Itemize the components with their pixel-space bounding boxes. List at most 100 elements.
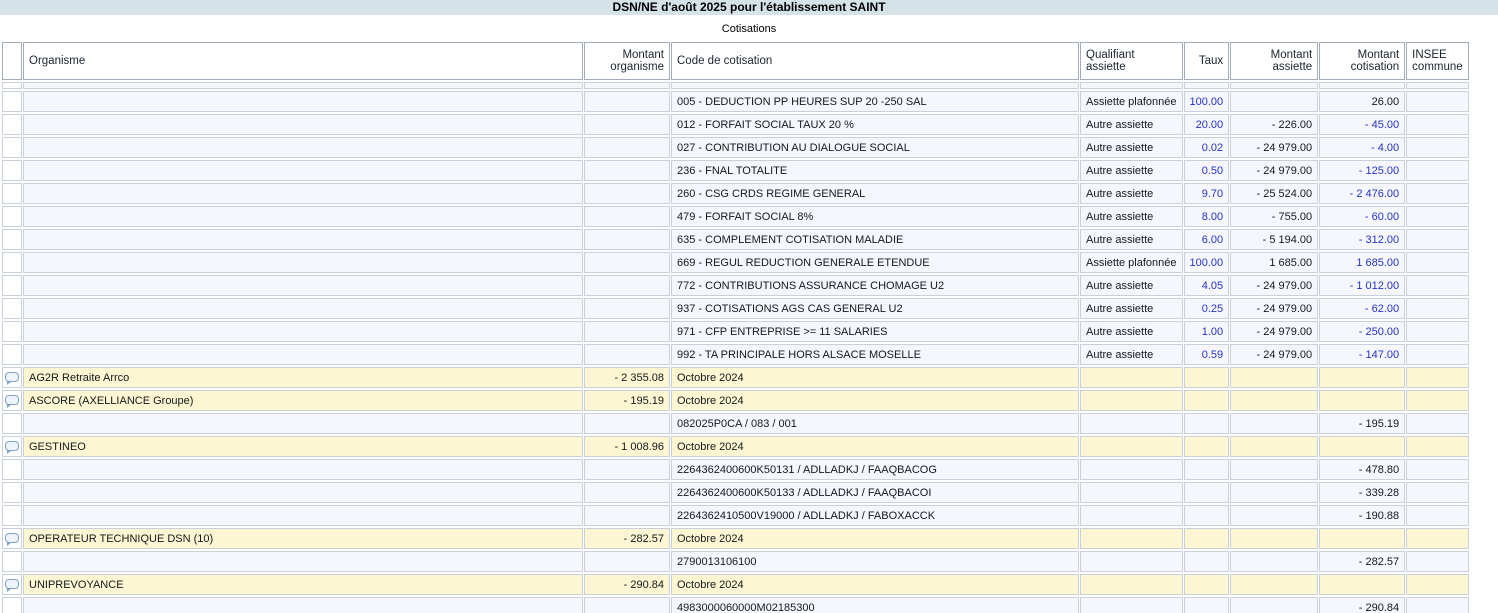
cell-icon[interactable] [2,344,22,365]
cell-montant-cotisation[interactable]: 1 685.00 [1319,252,1406,273]
cell-montant-assiette[interactable]: - 5 194.00 [1230,229,1319,250]
cell-montant-cotisation[interactable] [1319,436,1406,457]
cell-insee[interactable] [1406,367,1469,388]
comment-bubble-icon[interactable] [5,441,19,454]
cell-montant-assiette[interactable]: - 24 979.00 [1230,344,1319,365]
cell-taux[interactable] [1183,574,1230,595]
cell-taux[interactable]: 0.59 [1183,344,1230,365]
cell-montant-cotisation[interactable]: - 250.00 [1319,321,1406,342]
cell-montant-organisme[interactable] [584,275,670,296]
cell-montant-organisme[interactable] [584,82,670,89]
cell-organisme[interactable]: AG2R Retraite Arrco [23,367,583,388]
cell-insee[interactable] [1406,206,1469,227]
cell-insee[interactable] [1406,82,1469,89]
cell-montant-cotisation[interactable]: - 195.19 [1319,413,1406,434]
cell-montant-cotisation[interactable] [1319,367,1406,388]
cell-montant-assiette[interactable]: 1 685.00 [1230,252,1319,273]
cell-montant-cotisation[interactable]: - 147.00 [1319,344,1406,365]
cell-icon[interactable] [2,367,22,388]
column-header-organisme[interactable]: Organisme [23,42,583,80]
cell-icon[interactable] [2,482,22,503]
cell-montant-assiette[interactable]: - 755.00 [1230,206,1319,227]
cell-organisme[interactable] [23,91,583,112]
cell-icon[interactable] [2,551,22,572]
cell-qualifiant[interactable]: Autre assiette [1080,298,1183,319]
table-row[interactable]: 772 - CONTRIBUTIONS ASSURANCE CHOMAGE U2… [2,275,1469,296]
cell-montant-organisme[interactable] [584,183,670,204]
cell-taux[interactable]: 1.00 [1183,321,1230,342]
cell-organisme[interactable] [23,252,583,273]
cell-montant-organisme[interactable] [584,229,670,250]
cell-qualifiant[interactable]: Autre assiette [1080,160,1183,181]
cell-code[interactable]: 669 - REGUL REDUCTION GENERALE ETENDUE [671,252,1079,273]
cell-montant-organisme[interactable] [584,597,670,613]
cell-organisme[interactable]: ASCORE (AXELLIANCE Groupe) [23,390,583,411]
cell-taux[interactable] [1183,597,1230,613]
cell-icon[interactable] [2,275,22,296]
cell-icon[interactable] [2,229,22,250]
cell-qualifiant[interactable] [1080,459,1183,480]
cell-code[interactable]: Octobre 2024 [671,390,1079,411]
cell-qualifiant[interactable] [1080,482,1183,503]
cell-montant-organisme[interactable] [584,482,670,503]
cell-icon[interactable] [2,252,22,273]
cell-taux[interactable] [1183,413,1230,434]
cell-montant-cotisation[interactable]: - 339.28 [1319,482,1406,503]
cell-insee[interactable] [1406,505,1469,526]
cell-taux[interactable]: 0.50 [1183,160,1230,181]
table-row[interactable]: 479 - FORFAIT SOCIAL 8% Autre assiette 8.0… [2,206,1469,227]
cell-montant-cotisation[interactable]: - 290.84 [1319,597,1406,613]
cell-qualifiant[interactable] [1080,413,1183,434]
cell-qualifiant[interactable]: Autre assiette [1080,344,1183,365]
cell-icon[interactable] [2,91,22,112]
cell-insee[interactable] [1406,252,1469,273]
cell-taux[interactable] [1183,82,1230,89]
cell-code[interactable]: 2790013106100 [671,551,1079,572]
cell-montant-assiette[interactable]: - 25 524.00 [1230,183,1319,204]
cell-qualifiant[interactable]: Autre assiette [1080,114,1183,135]
cell-organisme[interactable] [23,413,583,434]
cell-organisme[interactable]: UNIPREVOYANCE [23,574,583,595]
cell-qualifiant[interactable]: Assiette plafonnée [1080,91,1183,112]
cell-code[interactable] [671,82,1079,89]
cell-organisme[interactable] [23,505,583,526]
cell-montant-assiette[interactable] [1230,367,1319,388]
cell-montant-assiette[interactable] [1230,482,1319,503]
cell-code[interactable]: Octobre 2024 [671,528,1079,549]
cell-code[interactable]: 012 - FORFAIT SOCIAL TAUX 20 % [671,114,1079,135]
table-row[interactable]: 260 - CSG CRDS REGIME GENERAL Autre assie… [2,183,1469,204]
cell-qualifiant[interactable]: Autre assiette [1080,321,1183,342]
column-header-qualifiant[interactable]: Qualifiant assiette [1080,42,1183,80]
cell-montant-organisme[interactable] [584,206,670,227]
cell-qualifiant[interactable] [1080,436,1183,457]
cell-montant-cotisation[interactable]: - 478.80 [1319,459,1406,480]
table-row[interactable]: 971 - CFP ENTREPRISE >= 11 SALARIES Autre… [2,321,1469,342]
cell-montant-assiette[interactable] [1230,597,1319,613]
cell-montant-organisme[interactable] [584,298,670,319]
cell-code[interactable]: 2264362400600K50131 / ADLLADKJ / FAAQBAC… [671,459,1079,480]
cell-insee[interactable] [1406,482,1469,503]
cell-code[interactable]: 479 - FORFAIT SOCIAL 8% [671,206,1079,227]
table-row[interactable]: 2790013106100 - 282.57 [2,551,1469,572]
table-row[interactable]: 236 - FNAL TOTALITE Autre assiette 0.50- 2… [2,160,1469,181]
comment-bubble-icon[interactable] [5,372,19,385]
cell-organisme[interactable] [23,114,583,135]
cell-montant-organisme[interactable]: - 195.19 [584,390,670,411]
cell-qualifiant[interactable] [1080,390,1183,411]
column-header-code[interactable]: Code de cotisation [671,42,1079,80]
table-row[interactable]: 635 - COMPLEMENT COTISATION MALADIE Autre… [2,229,1469,250]
cell-montant-cotisation[interactable]: - 2 476.00 [1319,183,1406,204]
cell-montant-cotisation[interactable]: - 45.00 [1319,114,1406,135]
cell-montant-organisme[interactable] [584,252,670,273]
cell-code[interactable]: 4983000060000M02185300 [671,597,1079,613]
cell-qualifiant[interactable]: Autre assiette [1080,137,1183,158]
cell-code[interactable]: 260 - CSG CRDS REGIME GENERAL [671,183,1079,204]
cell-organisme[interactable] [23,344,583,365]
cell-taux[interactable] [1183,459,1230,480]
table-row[interactable]: 2264362400600K50133 / ADLLADKJ / FAAQBAC… [2,482,1469,503]
cell-insee[interactable] [1406,528,1469,549]
cell-montant-assiette[interactable]: - 24 979.00 [1230,160,1319,181]
table-row[interactable]: OPERATEUR TECHNIQUE DSN (10) - 282.57 Octo… [2,528,1469,549]
cell-montant-organisme[interactable] [584,91,670,112]
cell-code[interactable]: Octobre 2024 [671,574,1079,595]
